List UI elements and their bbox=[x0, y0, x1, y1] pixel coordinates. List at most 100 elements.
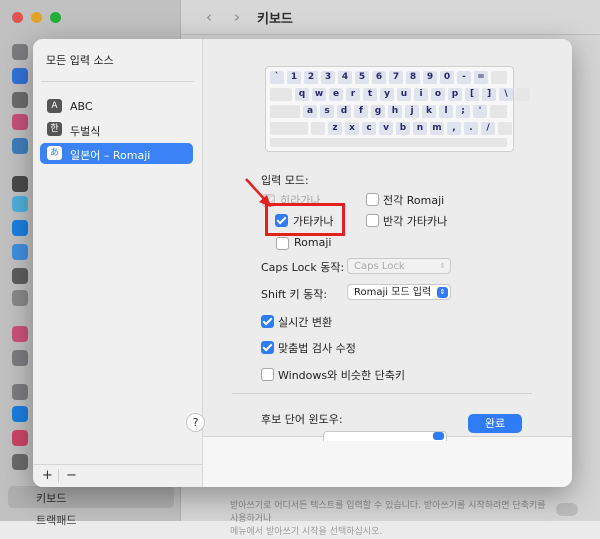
keyboard-key bbox=[270, 105, 300, 118]
keyboard-key: ` bbox=[270, 71, 284, 84]
keyboard-key bbox=[311, 122, 325, 135]
sheet-bottom-bar bbox=[203, 436, 572, 487]
keyboard-key: l bbox=[439, 105, 453, 118]
keyboard-key: c bbox=[362, 122, 376, 135]
live-conversion-checkbox[interactable] bbox=[261, 315, 274, 328]
caps-lock-label: Caps Lock 동작: bbox=[261, 261, 345, 274]
keyboard-key: b bbox=[396, 122, 410, 135]
keyboard-key: 2 bbox=[304, 71, 318, 84]
keyboard-key: 4 bbox=[338, 71, 352, 84]
keyboard-key: / bbox=[481, 122, 495, 135]
shift-key-label: Shift 키 동작: bbox=[261, 288, 328, 301]
halfwidth-katakana-label: 반각 가타카나 bbox=[383, 215, 448, 228]
keyboard-spacebar bbox=[270, 138, 507, 147]
keyboard-key: 7 bbox=[389, 71, 403, 84]
keyboard-key: j bbox=[405, 105, 419, 118]
input-source-label: 일본어 – Romaji bbox=[70, 149, 151, 162]
caps-lock-value: Caps Lock bbox=[354, 261, 405, 272]
divider bbox=[232, 393, 532, 394]
keyboard-key: x bbox=[345, 122, 359, 135]
help-button[interactable]: ? bbox=[186, 413, 205, 432]
keyboard-layout-preview: ` 1 2 3 4 5 6 7 8 9 0- = q w e r t y u i o p[] \ a s d f g h j k l; ' z x c… bbox=[265, 66, 530, 152]
keyboard-key bbox=[498, 122, 512, 135]
input-source-label: ABC bbox=[70, 100, 93, 113]
keyboard-key: q bbox=[295, 88, 309, 101]
keyboard-key: a bbox=[303, 105, 317, 118]
input-source-list-pane: 모든 입력 소스 A ABC 한 두벌식 あ 일본어 – Romaji + − bbox=[33, 39, 203, 487]
chevron-updown-icon bbox=[433, 432, 444, 440]
input-source-badge: A bbox=[47, 99, 62, 113]
red-arrow-icon bbox=[245, 178, 271, 207]
keyboard-key: t bbox=[363, 88, 377, 101]
keyboard-key: = bbox=[474, 71, 488, 84]
keyboard-key: 3 bbox=[321, 71, 335, 84]
done-button[interactable]: 완료 bbox=[468, 414, 522, 433]
keyboard-key: 8 bbox=[406, 71, 420, 84]
remove-source-button[interactable]: − bbox=[66, 468, 77, 483]
input-source-abc[interactable]: A ABC bbox=[40, 96, 193, 117]
keyboard-key: g bbox=[371, 105, 385, 118]
candidate-window-label: 후보 단어 윈도우: bbox=[261, 413, 343, 426]
keyboard-key: 6 bbox=[372, 71, 386, 84]
keyboard-key: k bbox=[422, 105, 436, 118]
romaji-checkbox[interactable] bbox=[276, 237, 289, 250]
input-source-korean[interactable]: 한 두벌식 bbox=[40, 119, 193, 140]
windows-shortcuts-checkbox[interactable] bbox=[261, 368, 274, 381]
spell-check-label: 맞춤법 검사 수정 bbox=[278, 342, 356, 355]
keyboard-key: s bbox=[320, 105, 334, 118]
keyboard-key: ; bbox=[456, 105, 470, 118]
keyboard-key: ' bbox=[473, 105, 487, 118]
input-source-japanese[interactable]: あ 일본어 – Romaji bbox=[40, 143, 193, 164]
keyboard-key: o bbox=[431, 88, 445, 101]
keyboard-key: i bbox=[414, 88, 428, 101]
romaji-label: Romaji bbox=[294, 236, 332, 249]
keyboard-key: , bbox=[447, 122, 461, 135]
fullwidth-romaji-label: 전각 Romaji bbox=[383, 194, 445, 207]
keyboard-key: f bbox=[354, 105, 368, 118]
keyboard-key: n bbox=[413, 122, 427, 135]
live-conversion-label: 실시간 변환 bbox=[278, 316, 333, 329]
keyboard-key: 1 bbox=[287, 71, 301, 84]
keyboard-key: r bbox=[346, 88, 360, 101]
keyboard-key: p bbox=[448, 88, 462, 101]
input-source-badge: 한 bbox=[47, 122, 62, 136]
keyboard-key: u bbox=[397, 88, 411, 101]
katakana-highlight-box bbox=[265, 203, 345, 236]
chevron-updown-icon: ⇕ bbox=[439, 262, 446, 270]
divider bbox=[41, 81, 194, 82]
input-source-badge: あ bbox=[47, 146, 62, 160]
keyboard-key: \ bbox=[499, 88, 513, 101]
keyboard-key: 9 bbox=[423, 71, 437, 84]
keyboard-key: y bbox=[380, 88, 394, 101]
add-source-button[interactable]: + bbox=[42, 468, 53, 483]
keyboard-key bbox=[491, 71, 507, 84]
input-source-label: 두벌식 bbox=[70, 125, 101, 138]
footnote-line: 메뉴에서 받아쓰기 시작을 선택하십시오. bbox=[230, 527, 383, 537]
shift-key-value: Romaji 모드 입력 bbox=[354, 287, 432, 298]
keyboard-key bbox=[516, 88, 530, 101]
windows-shortcuts-label: Windows와 비슷한 단축키 bbox=[278, 369, 405, 382]
keyboard-key: w bbox=[312, 88, 326, 101]
keyboard-key: d bbox=[337, 105, 351, 118]
chevron-updown-icon: ⇕ bbox=[437, 287, 448, 298]
halfwidth-katakana-checkbox[interactable] bbox=[366, 214, 379, 227]
keyboard-key: - bbox=[457, 71, 471, 84]
keyboard-key: . bbox=[464, 122, 478, 135]
divider bbox=[58, 469, 59, 483]
keyboard-key: m bbox=[430, 122, 444, 135]
caps-lock-select[interactable]: Caps Lock ⇕ bbox=[347, 258, 451, 274]
shift-key-select[interactable]: Romaji 모드 입력 ⇕ bbox=[347, 284, 451, 300]
keyboard-key bbox=[270, 122, 308, 135]
keyboard-key: 5 bbox=[355, 71, 369, 84]
keyboard-key bbox=[270, 88, 292, 101]
spell-check-checkbox[interactable] bbox=[261, 341, 274, 354]
source-list-footer: + − bbox=[33, 464, 202, 487]
keyboard-key: [ bbox=[465, 88, 479, 101]
input-sources-title: 모든 입력 소스 bbox=[46, 54, 114, 67]
fullwidth-romaji-checkbox[interactable] bbox=[366, 193, 379, 206]
keyboard-key: h bbox=[388, 105, 402, 118]
candidate-window-select[interactable] bbox=[323, 431, 447, 441]
keyboard-key: z bbox=[328, 122, 342, 135]
keyboard-key: ] bbox=[482, 88, 496, 101]
keyboard-key: v bbox=[379, 122, 393, 135]
